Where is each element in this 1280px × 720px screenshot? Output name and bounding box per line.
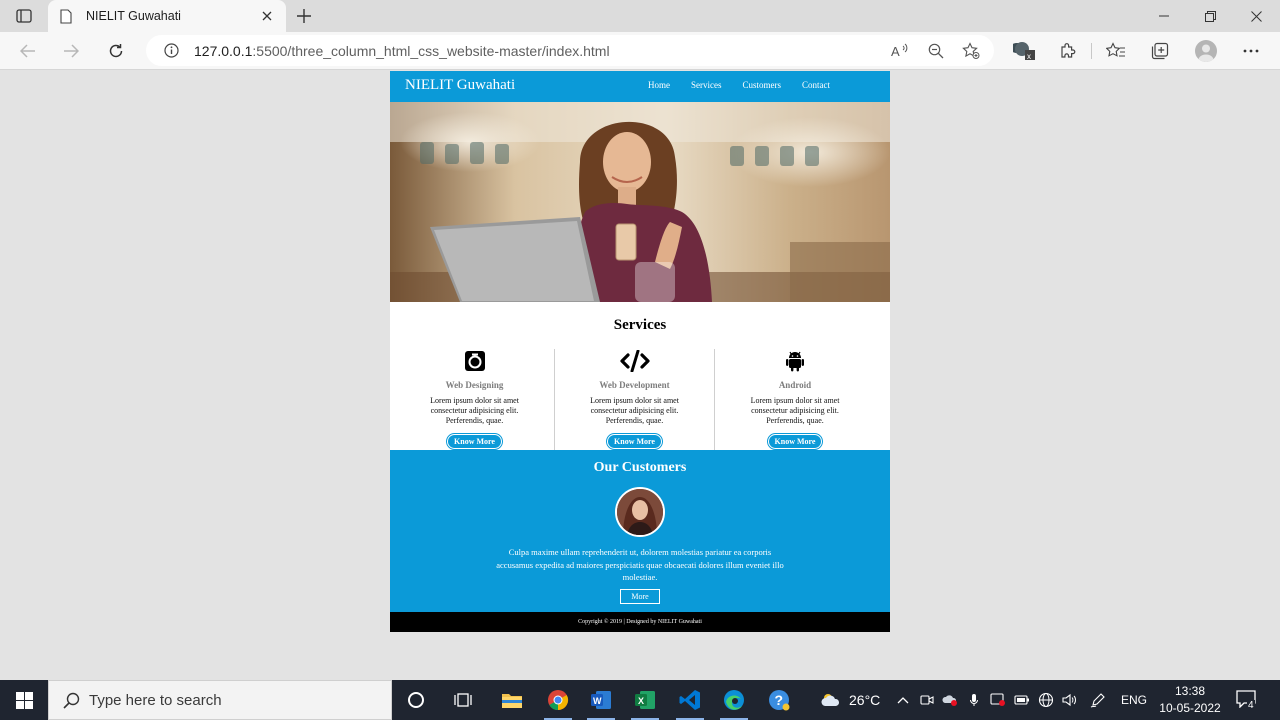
help-icon[interactable]: ?	[757, 680, 801, 720]
service-description: Lorem ipsum dolor sit amet consectetur a…	[590, 396, 679, 425]
profile-avatar[interactable]	[1195, 40, 1217, 62]
camera-icon	[460, 349, 490, 373]
know-more-button[interactable]: Know More	[767, 434, 823, 449]
browser-tab[interactable]: NIELIT Guwahati	[48, 0, 286, 32]
toolbar-separator	[1091, 43, 1092, 59]
service-column-android: Android Lorem ipsum dolor sit amet conse…	[715, 349, 875, 450]
nav-link-services[interactable]: Services	[691, 80, 722, 90]
cortana-icon[interactable]	[394, 680, 438, 720]
service-description: Lorem ipsum dolor sit amet consectetur a…	[750, 396, 840, 425]
excel-icon[interactable]: X	[623, 680, 667, 720]
restore-icon[interactable]	[1187, 0, 1233, 32]
url-host: 127.0.0.1	[194, 42, 253, 59]
site-header: NIELIT Guwahati Home Services Customers …	[390, 71, 890, 102]
refresh-icon[interactable]	[102, 37, 130, 65]
system-clock[interactable]: 13:38 10-05-2022	[1154, 683, 1226, 717]
android-icon	[780, 349, 810, 373]
svg-text:x: x	[1027, 52, 1031, 61]
site-nav: Home Services Customers Contact	[627, 80, 830, 90]
new-tab-icon[interactable]	[292, 5, 316, 27]
add-favorite-icon[interactable]	[960, 40, 982, 62]
service-name: Android	[778, 380, 812, 390]
edge-icon[interactable]	[712, 680, 756, 720]
security-icon[interactable]	[990, 692, 1006, 708]
network-icon[interactable]	[1038, 692, 1054, 708]
url-path: :5500/three_column_html_css_website-mast…	[252, 42, 610, 59]
svg-text:X: X	[638, 696, 644, 706]
svg-text:A: A	[891, 44, 900, 59]
extensions-icon[interactable]	[1055, 39, 1081, 63]
url-text[interactable]: 127.0.0.1:5500/three_column_html_css_web…	[194, 43, 610, 59]
notification-count: 4	[1247, 700, 1255, 711]
forward-icon[interactable]	[57, 37, 85, 65]
battery-icon[interactable]	[1014, 692, 1030, 708]
meet-now-icon[interactable]	[919, 692, 935, 708]
services-title: Services	[613, 317, 667, 333]
know-more-button[interactable]: Know More	[447, 434, 502, 449]
back-icon[interactable]	[14, 37, 42, 65]
collections-icon[interactable]	[1147, 39, 1173, 63]
file-explorer-icon[interactable]	[490, 680, 534, 720]
search-icon	[61, 690, 81, 710]
microphone-icon[interactable]	[966, 692, 982, 708]
taskbar-search[interactable]: Type here to search	[48, 680, 392, 720]
customers-title: Our Customers	[593, 460, 687, 475]
close-window-icon[interactable]	[1233, 0, 1279, 32]
service-name: Web Designing	[445, 380, 504, 390]
task-view-icon[interactable]	[441, 680, 485, 720]
windows-taskbar: Type here to search W X ? 26°C ENG 13:38…	[0, 680, 1280, 720]
volume-icon[interactable]	[1062, 692, 1078, 708]
tab-actions-icon[interactable]	[12, 6, 36, 26]
hero-image	[390, 102, 890, 302]
search-placeholder: Type here to search	[89, 691, 222, 709]
more-options-icon[interactable]	[1238, 39, 1264, 63]
customer-testimonial: Culpa maxime ullam reprehenderit ut, dol…	[496, 547, 784, 582]
nav-link-home[interactable]: Home	[648, 80, 670, 90]
zoom-out-icon[interactable]	[925, 40, 947, 62]
show-hidden-icons-icon[interactable]	[895, 692, 911, 708]
service-column-web-designing: Web Designing Lorem ipsum dolor sit amet…	[395, 349, 555, 450]
chrome-icon[interactable]	[536, 680, 580, 720]
language-indicator[interactable]: ENG	[1121, 693, 1147, 707]
customer-photo	[615, 487, 665, 537]
onedrive-icon[interactable]	[942, 692, 958, 708]
services-section: Services Web Designing Lorem ipsum dolor…	[390, 302, 890, 450]
more-button[interactable]: More	[620, 589, 660, 604]
pen-icon[interactable]	[1090, 692, 1106, 708]
site-logo[interactable]: NIELIT Guwahati	[405, 77, 515, 94]
vscode-icon[interactable]	[668, 680, 712, 720]
site-info-icon[interactable]	[162, 42, 180, 60]
weather-temperature[interactable]: 26°C	[849, 692, 880, 708]
page-viewport: NIELIT Guwahati Home Services Customers …	[0, 71, 1280, 680]
svg-text:W: W	[593, 696, 602, 706]
service-column-web-development: Web Development Lorem ipsum dolor sit am…	[555, 349, 715, 450]
read-aloud-icon[interactable]: A	[889, 40, 911, 62]
website: NIELIT Guwahati Home Services Customers …	[390, 71, 890, 632]
clock-date: 10-05-2022	[1159, 701, 1221, 715]
windows-start-icon[interactable]	[0, 680, 48, 720]
browser-titlebar: NIELIT Guwahati	[0, 0, 1280, 32]
weather-icon[interactable]	[820, 692, 842, 708]
nav-link-customers[interactable]: Customers	[742, 80, 781, 90]
service-name: Web Development	[599, 380, 670, 390]
word-icon[interactable]: W	[579, 680, 623, 720]
close-tab-icon[interactable]	[258, 7, 276, 25]
favorites-icon[interactable]	[1103, 39, 1129, 63]
browser-toolbar: 127.0.0.1:5500/three_column_html_css_web…	[0, 32, 1280, 70]
minimize-icon[interactable]	[1141, 0, 1187, 32]
customers-section: Our Customers Culpa maxime ullam reprehe…	[390, 450, 890, 612]
address-bar[interactable]: 127.0.0.1:5500/three_column_html_css_web…	[146, 35, 994, 66]
code-icon	[619, 349, 650, 373]
clock-time: 13:38	[1174, 684, 1206, 698]
site-footer: Copyright © 2019 | Designed by NIELIT Gu…	[390, 612, 890, 632]
svg-text:?: ?	[775, 692, 784, 708]
page-icon	[60, 8, 74, 24]
service-description: Lorem ipsum dolor sit amet consectetur a…	[430, 396, 519, 425]
nav-link-contact[interactable]: Contact	[802, 80, 830, 90]
know-more-button[interactable]: Know More	[607, 434, 662, 449]
extension-excel-icon[interactable]: x	[1012, 39, 1038, 63]
tab-title: NIELIT Guwahati	[86, 9, 181, 23]
